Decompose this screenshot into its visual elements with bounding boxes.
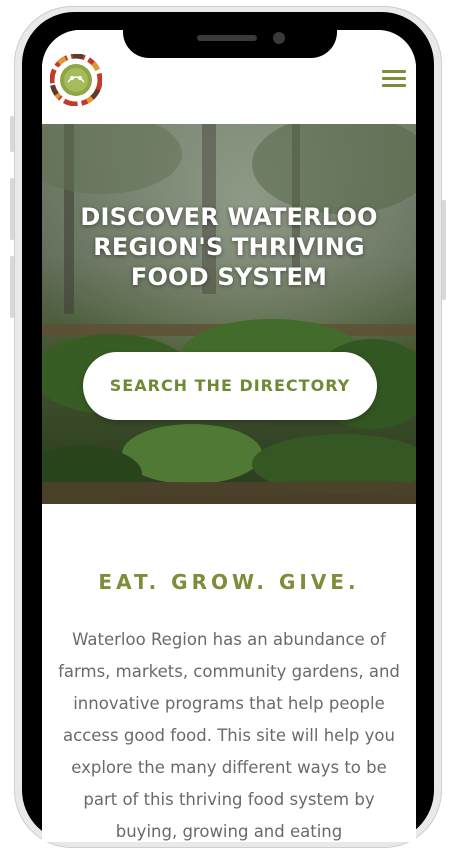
- phone-notch: [123, 12, 337, 58]
- hamburger-menu-icon[interactable]: [382, 68, 408, 88]
- menu-line: [382, 84, 406, 87]
- section-heading: EAT. GROW. GIVE.: [98, 570, 360, 594]
- garden-photo: [42, 124, 416, 504]
- menu-line: [382, 70, 406, 73]
- menu-line: [382, 77, 406, 80]
- phone-screen: DISCOVER WATERLOO REGION'S THRIVING FOOD…: [42, 30, 416, 842]
- search-directory-button[interactable]: SEARCH THE DIRECTORY: [83, 352, 377, 420]
- site-logo-icon[interactable]: [50, 54, 102, 106]
- intro-paragraph: Waterloo Region has an abundance of farm…: [58, 630, 400, 841]
- device-mockup: DISCOVER WATERLOO REGION'S THRIVING FOOD…: [0, 0, 450, 854]
- speaker-grille: [197, 35, 257, 41]
- front-camera: [273, 32, 285, 44]
- hero-title: DISCOVER WATERLOO REGION'S THRIVING FOOD…: [52, 202, 406, 292]
- intro-section: EAT. GROW. GIVE. Waterloo Region has an …: [42, 504, 416, 842]
- hero-title-line: DISCOVER WATERLOO: [80, 203, 378, 231]
- hero-title-line: FOOD SYSTEM: [130, 263, 328, 291]
- hero-title-line: REGION'S THRIVING: [93, 233, 365, 261]
- hero-banner: DISCOVER WATERLOO REGION'S THRIVING FOOD…: [42, 124, 416, 504]
